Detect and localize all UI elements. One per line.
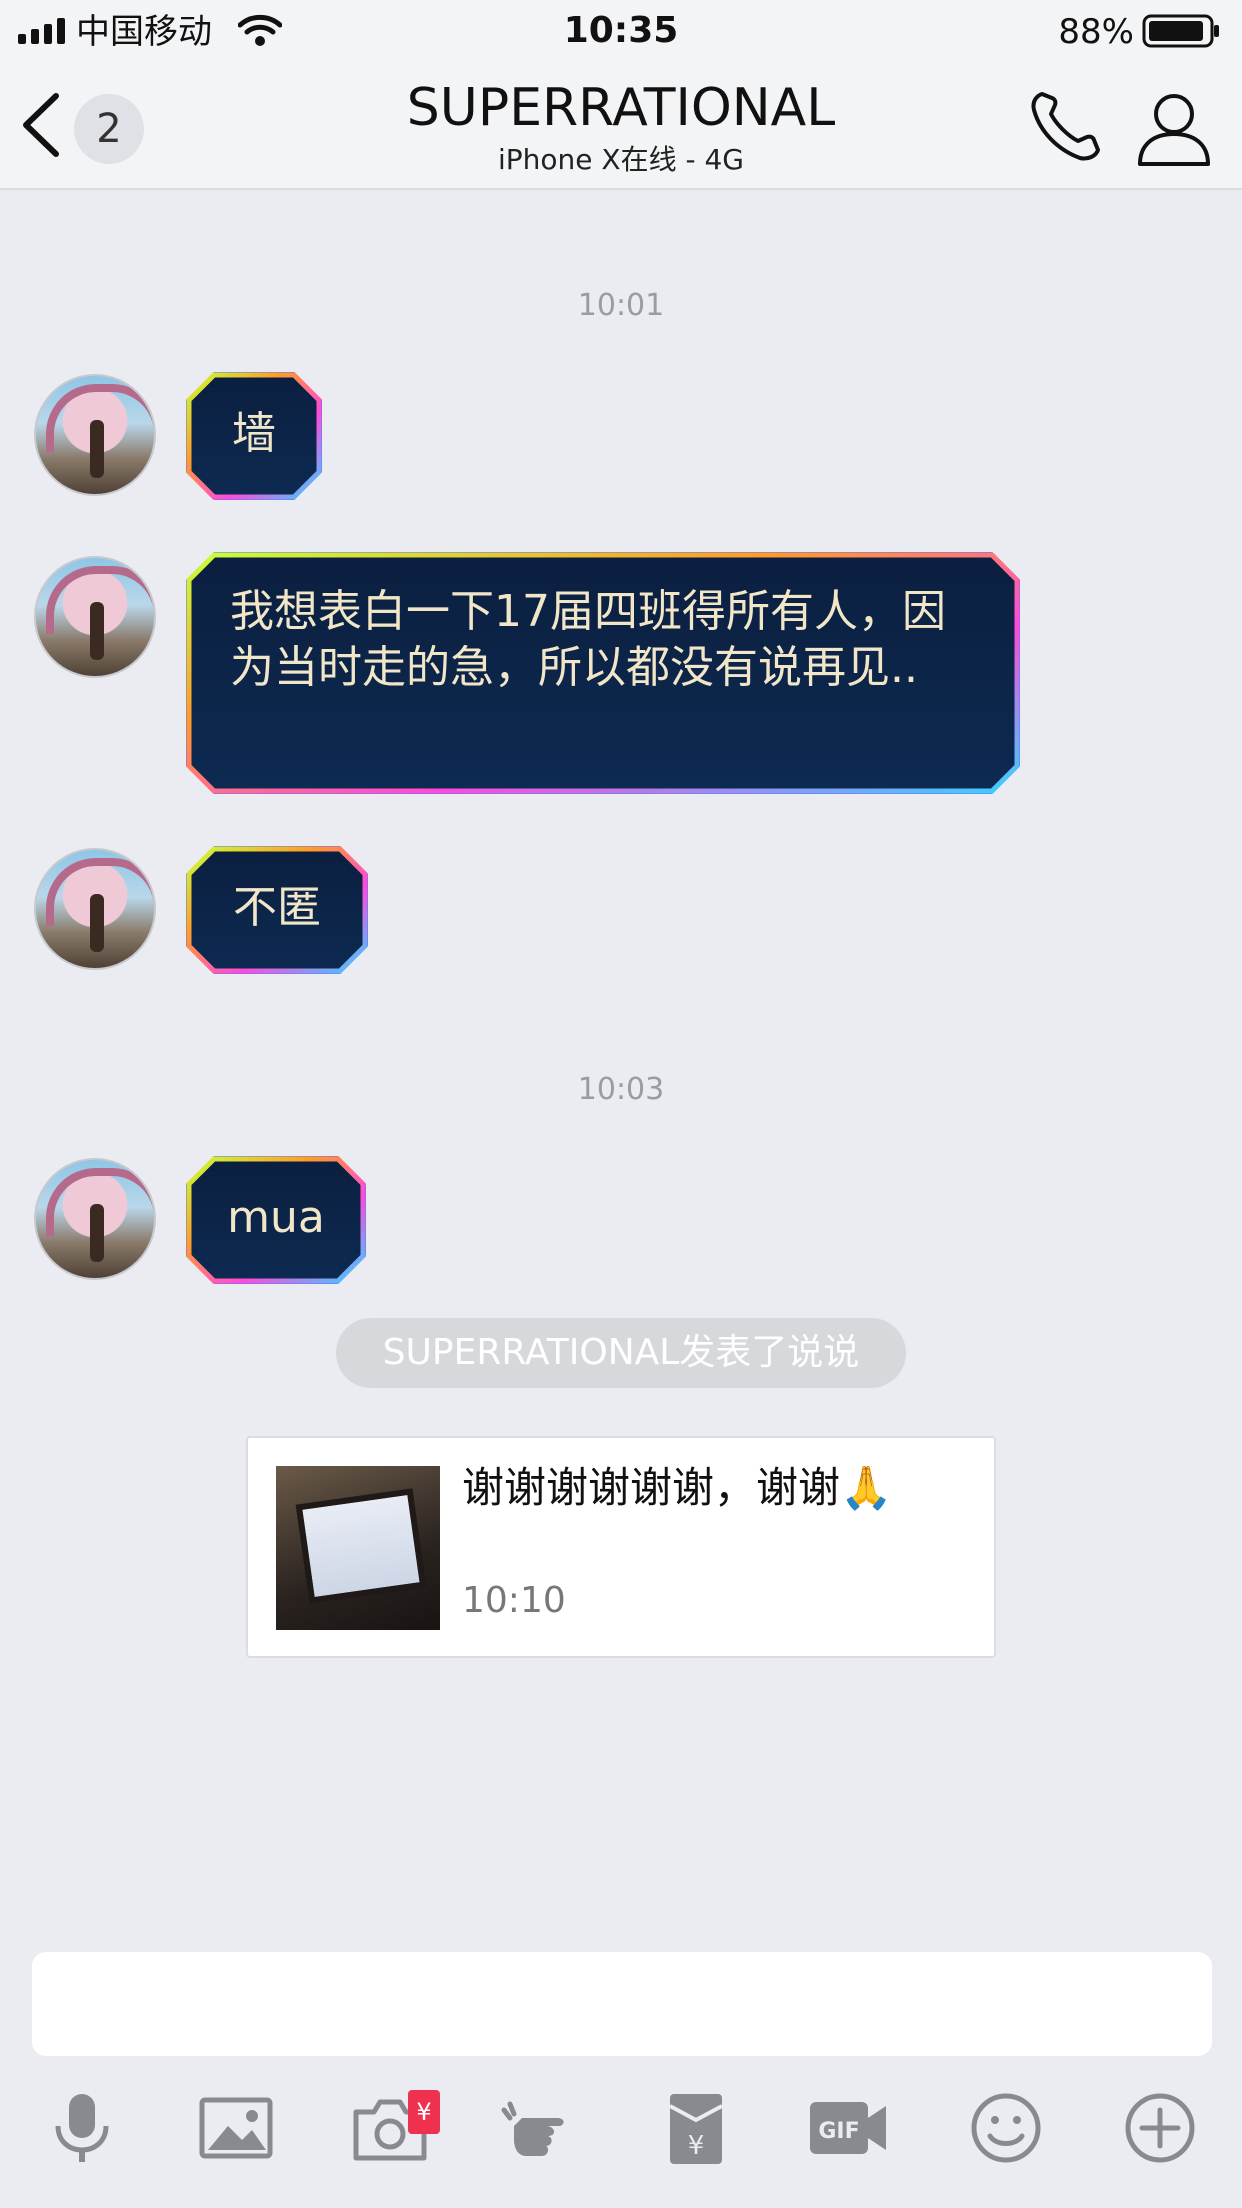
message-text: 墙 — [232, 408, 276, 459]
chat-header: 2 SUPERRATIONAL iPhone X在线 - 4G — [0, 62, 1242, 190]
microphone-icon[interactable] — [42, 2088, 122, 2168]
message-input[interactable] — [32, 1952, 1212, 2056]
post-thumbnail — [276, 1466, 440, 1630]
phone-icon[interactable] — [1028, 88, 1104, 164]
message-text: 不匿 — [233, 882, 321, 933]
post-text: 谢谢谢谢谢谢，谢谢🙏 — [462, 1463, 893, 1512]
profile-icon[interactable] — [1134, 88, 1214, 168]
clock: 10:35 — [563, 10, 679, 51]
post-time: 10:10 — [462, 1580, 566, 1621]
plus-icon[interactable] — [1120, 2088, 1200, 2168]
message-bubble[interactable]: 不匿 — [186, 846, 368, 974]
message-text: mua — [227, 1192, 325, 1243]
avatar[interactable] — [34, 1158, 156, 1280]
battery-icon — [1142, 14, 1219, 48]
image-icon[interactable] — [196, 2088, 276, 2168]
status-bar: 中国移动 10:35 88% — [0, 0, 1242, 62]
avatar[interactable] — [34, 848, 156, 970]
message-bubble[interactable]: mua — [186, 1156, 366, 1284]
message-bubble[interactable]: 墙 — [186, 372, 322, 500]
red-packet-icon[interactable]: ¥ — [656, 2088, 736, 2168]
battery-percent: 88% — [1058, 12, 1134, 52]
camera-redpacket-badge: ¥ — [408, 2090, 440, 2134]
svg-text:¥: ¥ — [688, 2131, 705, 2161]
post-card[interactable]: 谢谢谢谢谢谢，谢谢🙏 10:10 — [246, 1436, 996, 1658]
message-bubble[interactable]: 我想表白一下17届四班得所有人，因为当时走的急，所以都没有说再见.. — [186, 552, 1020, 794]
svg-text:GIF: GIF — [818, 2119, 859, 2144]
gif-icon[interactable]: GIF — [808, 2088, 888, 2168]
emoji-icon[interactable] — [966, 2088, 1046, 2168]
certificate-image — [295, 1488, 427, 1604]
avatar[interactable] — [34, 556, 156, 678]
timestamp: 10:01 — [577, 288, 665, 323]
poke-icon[interactable] — [500, 2088, 580, 2168]
timestamp: 10:03 — [577, 1072, 665, 1107]
message-text: 我想表白一下17届四班得所有人，因为当时走的急，所以都没有说再见.. — [230, 586, 946, 693]
input-toolbar: ¥ GIF — [0, 2088, 1242, 2188]
system-notice[interactable]: SUPERRATIONAL发表了说说 — [336, 1318, 906, 1388]
avatar[interactable] — [34, 374, 156, 496]
